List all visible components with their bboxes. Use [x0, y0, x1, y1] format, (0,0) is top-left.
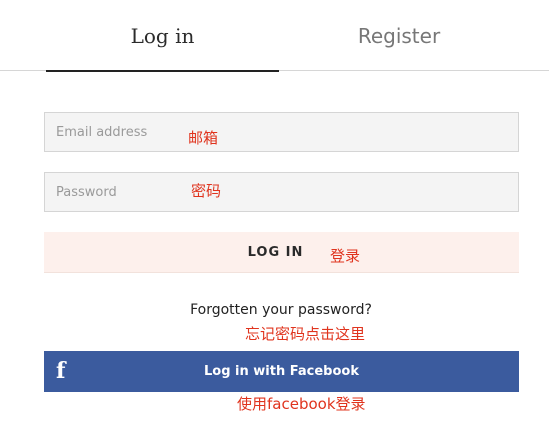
- login-annotation: 登录: [330, 247, 361, 265]
- facebook-login-button[interactable]: f Log in with Facebook: [44, 351, 519, 392]
- email-field[interactable]: [45, 113, 518, 151]
- password-annotation: 密码: [191, 182, 222, 200]
- facebook-annotation: 使用facebook登录: [237, 395, 366, 413]
- forgot-annotation: 忘记密码点击这里: [245, 325, 366, 343]
- email-annotation: 邮箱: [188, 129, 219, 147]
- password-field-container: [44, 172, 519, 212]
- auth-tabs: Log in Register: [0, 0, 549, 72]
- forgot-password-link[interactable]: Forgotten your password?: [0, 302, 549, 318]
- login-button-label: LOG IN: [247, 244, 304, 260]
- tab-register[interactable]: Register: [279, 0, 519, 71]
- tab-login[interactable]: Log in: [46, 1, 279, 72]
- login-page: Log in Register 邮箱 密码 LOG IN 登录 Forgotte…: [0, 0, 549, 421]
- facebook-button-label: Log in with Facebook: [204, 364, 359, 379]
- password-field[interactable]: [45, 173, 518, 211]
- login-button[interactable]: LOG IN: [44, 232, 519, 273]
- email-field-container: [44, 112, 519, 152]
